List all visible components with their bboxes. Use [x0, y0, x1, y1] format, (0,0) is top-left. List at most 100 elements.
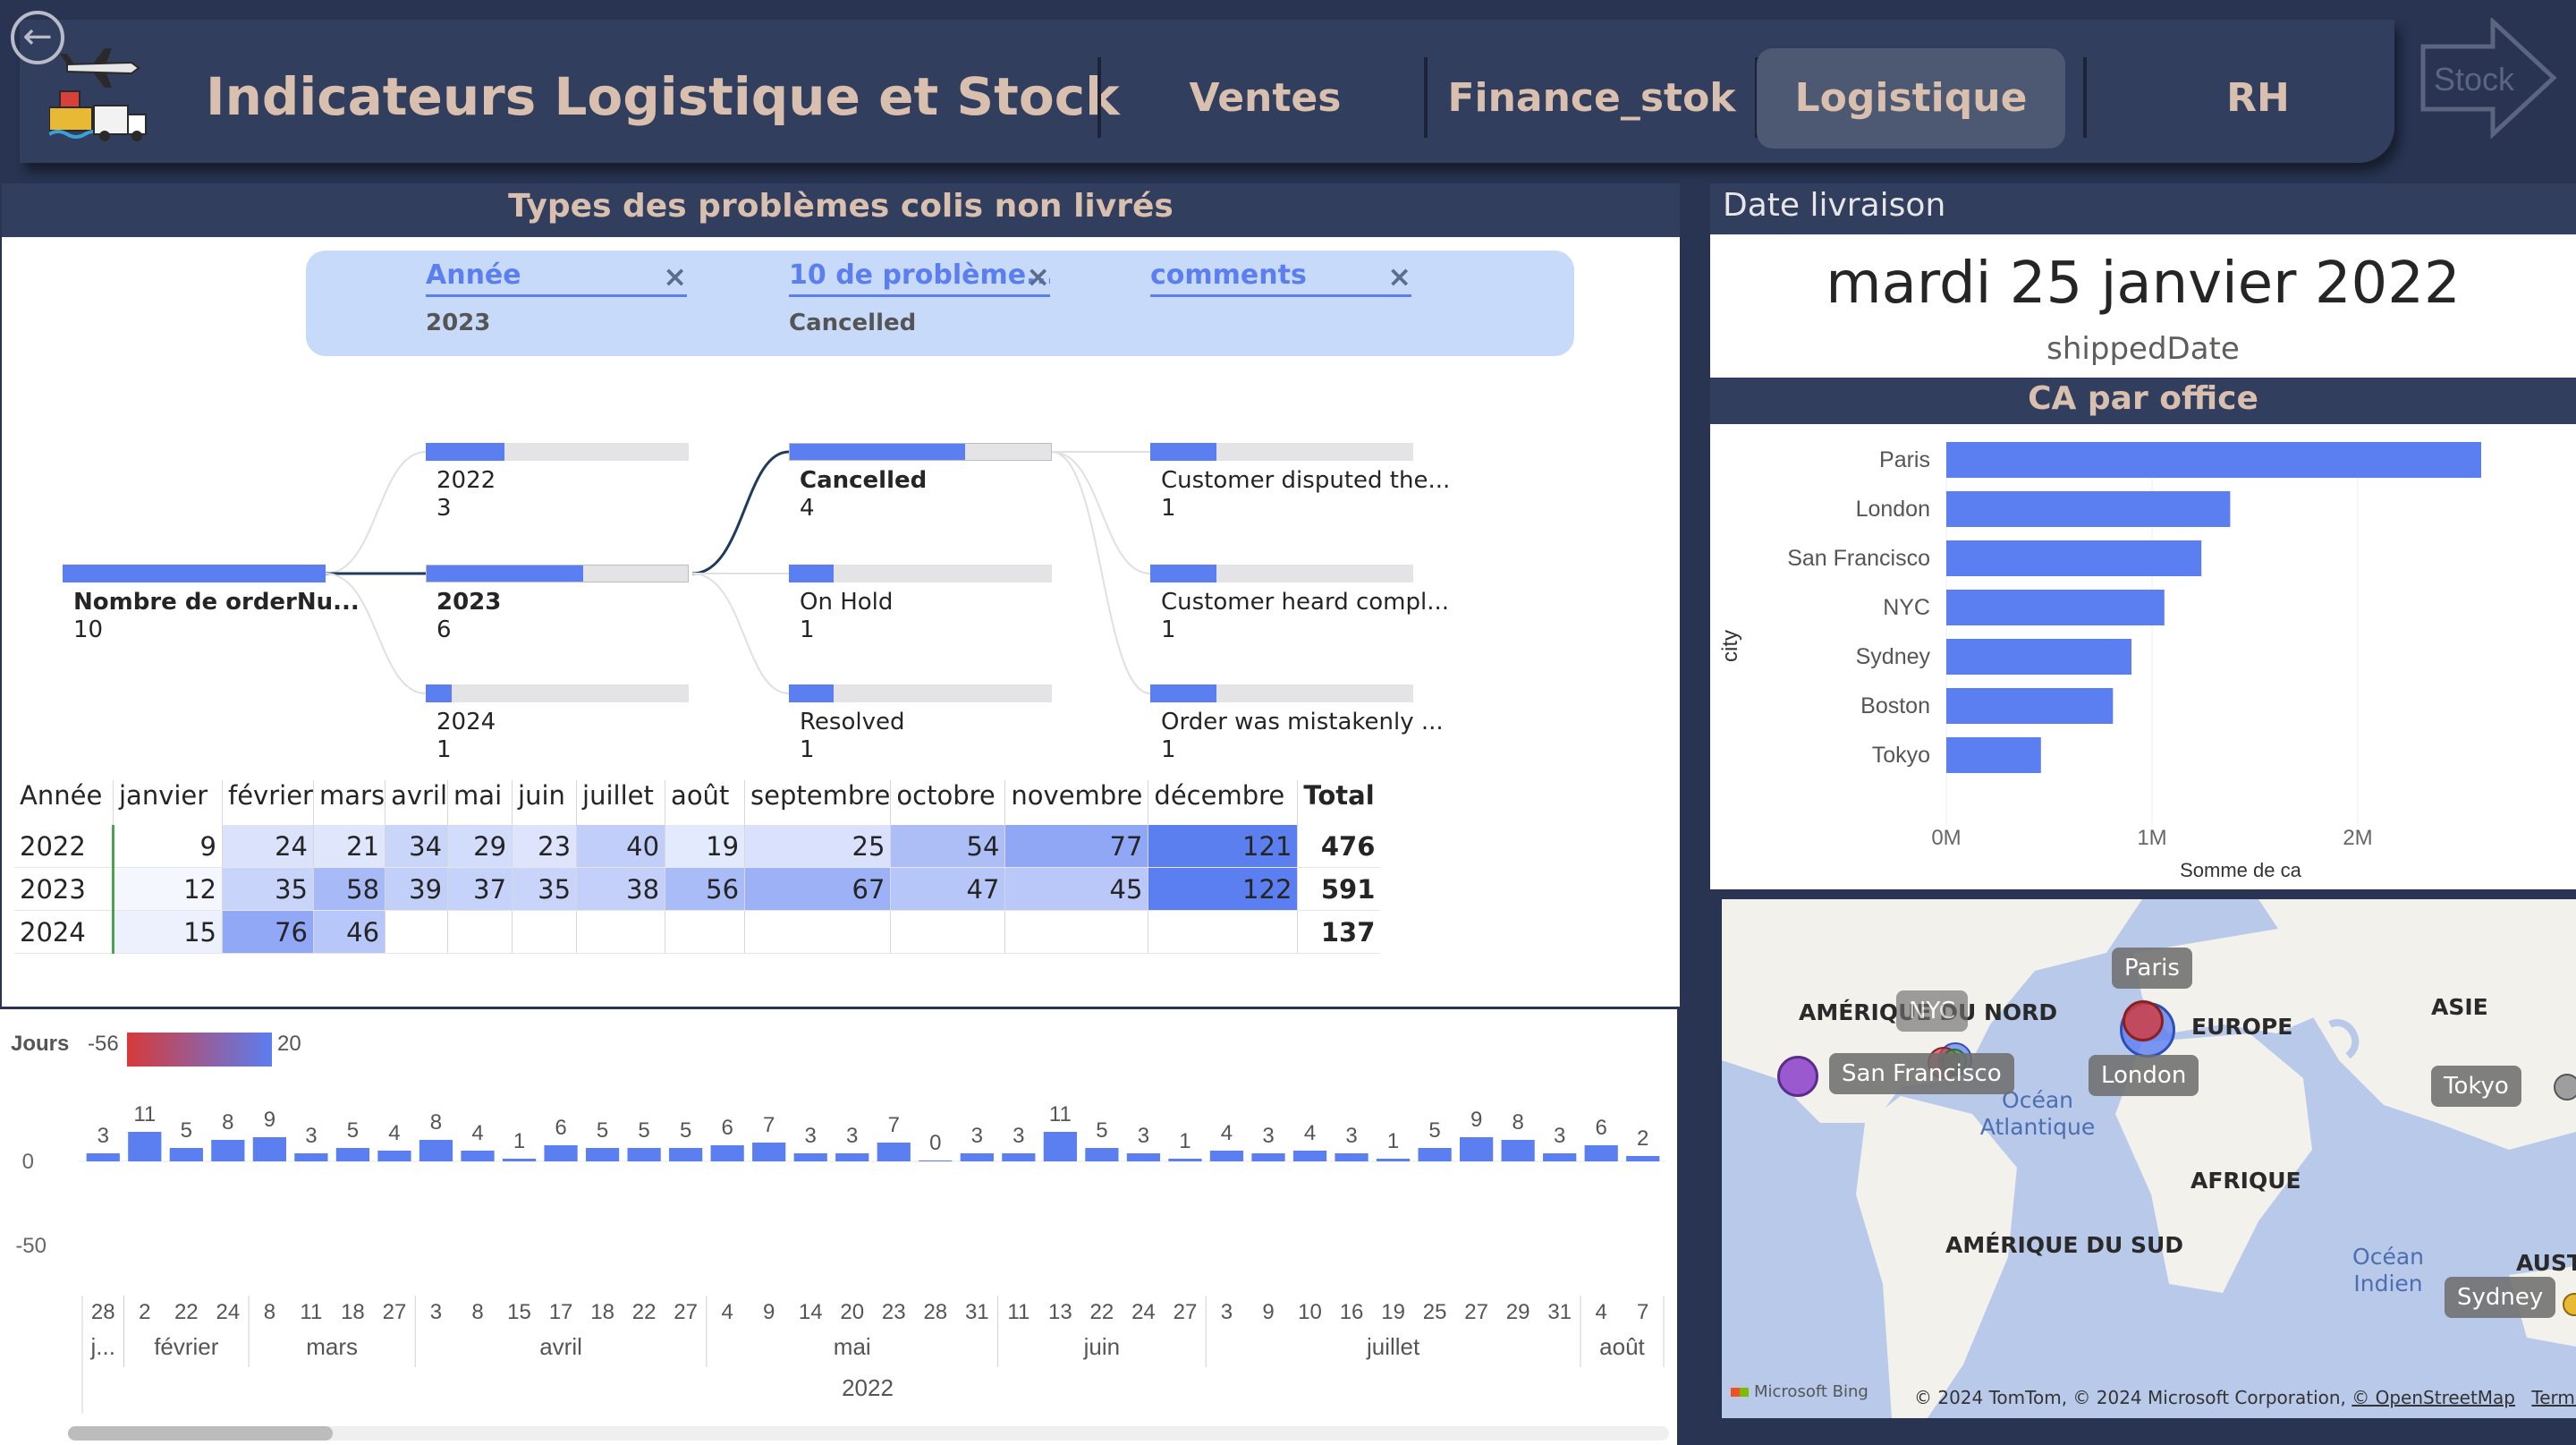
- timeline-bar[interactable]: [1418, 1148, 1452, 1161]
- ca-bar[interactable]: [1946, 540, 2202, 576]
- matrix-cell[interactable]: 56: [665, 867, 745, 911]
- matrix-cell[interactable]: 35: [512, 867, 577, 911]
- timeline-bar[interactable]: [252, 1137, 286, 1161]
- decomp-node-comment[interactable]: Customer disputed the... 1: [1150, 443, 1450, 523]
- ca-bar[interactable]: [1946, 737, 2041, 773]
- stock-nav-arrow-button[interactable]: Stock: [2419, 18, 2558, 139]
- matrix-cell[interactable]: [447, 910, 513, 954]
- timeline-bar[interactable]: [544, 1145, 578, 1161]
- timeline-bar[interactable]: [1085, 1148, 1119, 1161]
- matrix-cell[interactable]: 35: [222, 867, 314, 911]
- matrix-cell[interactable]: 29: [447, 825, 513, 868]
- timeline-bar[interactable]: [960, 1153, 994, 1161]
- timeline-bar[interactable]: [1292, 1151, 1327, 1161]
- matrix-col-header[interactable]: Année: [14, 780, 114, 825]
- matrix-cell[interactable]: 58: [312, 867, 386, 911]
- nav-tab-rh[interactable]: RH: [2104, 48, 2412, 149]
- matrix-row-year[interactable]: 2023: [14, 867, 114, 911]
- matrix-col-header[interactable]: septembre: [744, 780, 891, 825]
- matrix-cell[interactable]: [576, 910, 665, 954]
- decomp-node-status-cancelled[interactable]: Cancelled 4: [789, 443, 1052, 523]
- matrix-cell[interactable]: 37: [447, 867, 513, 911]
- matrix-cell[interactable]: 9: [113, 825, 223, 868]
- timeline-bar[interactable]: [1626, 1156, 1660, 1161]
- timeline-bar[interactable]: [86, 1153, 120, 1161]
- timeline-bar[interactable]: [1168, 1159, 1202, 1161]
- matrix-col-header[interactable]: juillet: [576, 780, 665, 825]
- matrix-col-header[interactable]: novembre: [1004, 780, 1148, 825]
- matrix-col-header[interactable]: décembre: [1148, 780, 1298, 825]
- matrix-cell[interactable]: 39: [385, 867, 448, 911]
- timeline-bar[interactable]: [793, 1153, 827, 1161]
- timeline-bar[interactable]: [211, 1140, 245, 1161]
- matrix-col-header[interactable]: avril: [385, 780, 448, 825]
- nav-tab-finance-stok[interactable]: Finance_stok: [1437, 48, 1746, 149]
- timeline-bar[interactable]: [377, 1151, 411, 1161]
- nav-tab-ventes[interactable]: Ventes: [1111, 48, 1419, 149]
- timeline-bar[interactable]: [419, 1140, 453, 1161]
- timeline-bar[interactable]: [128, 1132, 162, 1161]
- matrix-cell[interactable]: 122: [1148, 867, 1298, 911]
- timeline-bar[interactable]: [627, 1148, 661, 1161]
- matrix-cell[interactable]: 23: [512, 825, 577, 868]
- timeline-bar[interactable]: [502, 1159, 537, 1161]
- decomp-root-node[interactable]: Nombre de orderNu... 10: [63, 565, 360, 644]
- matrix-cell[interactable]: 40: [576, 825, 665, 868]
- matrix-cell[interactable]: [890, 910, 1005, 954]
- matrix-row-year[interactable]: 2024: [14, 910, 114, 954]
- matrix-col-header[interactable]: janvier: [113, 780, 223, 825]
- matrix-col-header[interactable]: octobre: [890, 780, 1005, 825]
- osm-link[interactable]: © OpenStreetMap: [2351, 1387, 2515, 1408]
- matrix-cell[interactable]: 77: [1004, 825, 1148, 868]
- matrix-cell[interactable]: [385, 910, 448, 954]
- timeline-bar[interactable]: [1376, 1159, 1411, 1161]
- matrix-col-header[interactable]: mai: [447, 780, 513, 825]
- matrix-cell[interactable]: [744, 910, 891, 954]
- map-bubble-tokyo[interactable]: [2554, 1074, 2576, 1101]
- ca-bar[interactable]: [1946, 590, 2165, 625]
- matrix-row-year[interactable]: 2022: [14, 825, 114, 868]
- map-bubble-san-francisco[interactable]: [1777, 1056, 1818, 1097]
- ca-bar[interactable]: [1946, 639, 2131, 675]
- matrix-col-header[interactable]: mars: [312, 780, 386, 825]
- timeline-bar[interactable]: [1543, 1153, 1577, 1161]
- timeline-bar[interactable]: [169, 1148, 203, 1161]
- matrix-cell[interactable]: 46: [312, 910, 386, 954]
- matrix-cell[interactable]: [1004, 910, 1148, 954]
- decomp-node-year-2023[interactable]: 2023 6: [426, 565, 689, 644]
- matrix-cell[interactable]: 15: [113, 910, 223, 954]
- matrix-cell[interactable]: 121: [1148, 825, 1298, 868]
- matrix-cell[interactable]: 67: [744, 867, 891, 911]
- timeline-bar[interactable]: [669, 1148, 703, 1161]
- matrix-cell[interactable]: [665, 910, 745, 954]
- timeline-bar[interactable]: [919, 1160, 953, 1161]
- timeline-bar[interactable]: [1126, 1153, 1161, 1161]
- matrix-cell[interactable]: 54: [890, 825, 1005, 868]
- timeline-bar[interactable]: [1335, 1153, 1368, 1161]
- timeline-bar[interactable]: [1209, 1151, 1244, 1161]
- ca-bar[interactable]: [1946, 442, 2481, 478]
- terms-link[interactable]: Terms: [2531, 1387, 2576, 1408]
- decomp-node-comment[interactable]: Customer heard compl... 1: [1150, 565, 1449, 644]
- matrix-cell[interactable]: [512, 910, 577, 954]
- matrix-cell[interactable]: 12: [113, 867, 223, 911]
- timeline-bar[interactable]: [461, 1151, 495, 1161]
- matrix-cell[interactable]: 45: [1004, 867, 1148, 911]
- decomp-node-status-on-hold[interactable]: On Hold 1: [789, 565, 1052, 644]
- office-map[interactable]: AMÉRIQUE DU NORD EUROPE ASIE AFRIQUE AMÉ…: [1722, 899, 2576, 1418]
- matrix-col-header[interactable]: août: [665, 780, 745, 825]
- timeline-bar[interactable]: [294, 1153, 328, 1161]
- decomp-node-comment[interactable]: Order was mistakenly ... 1: [1150, 684, 1444, 764]
- matrix-cell[interactable]: 19: [665, 825, 745, 868]
- timeline-bar[interactable]: [1002, 1153, 1036, 1161]
- matrix-col-header-total[interactable]: Total: [1297, 780, 1381, 825]
- timeline-bar[interactable]: [1251, 1153, 1285, 1161]
- scrollbar-thumb[interactable]: [68, 1426, 333, 1441]
- timeline-bar[interactable]: [1584, 1145, 1618, 1161]
- matrix-cell[interactable]: 25: [744, 825, 891, 868]
- matrix-cell[interactable]: 34: [385, 825, 448, 868]
- matrix-col-header[interactable]: juin: [512, 780, 577, 825]
- decomp-node-year-2024[interactable]: 2024 1: [426, 684, 689, 764]
- timeline-bar[interactable]: [877, 1143, 911, 1161]
- matrix-cell[interactable]: [1148, 910, 1298, 954]
